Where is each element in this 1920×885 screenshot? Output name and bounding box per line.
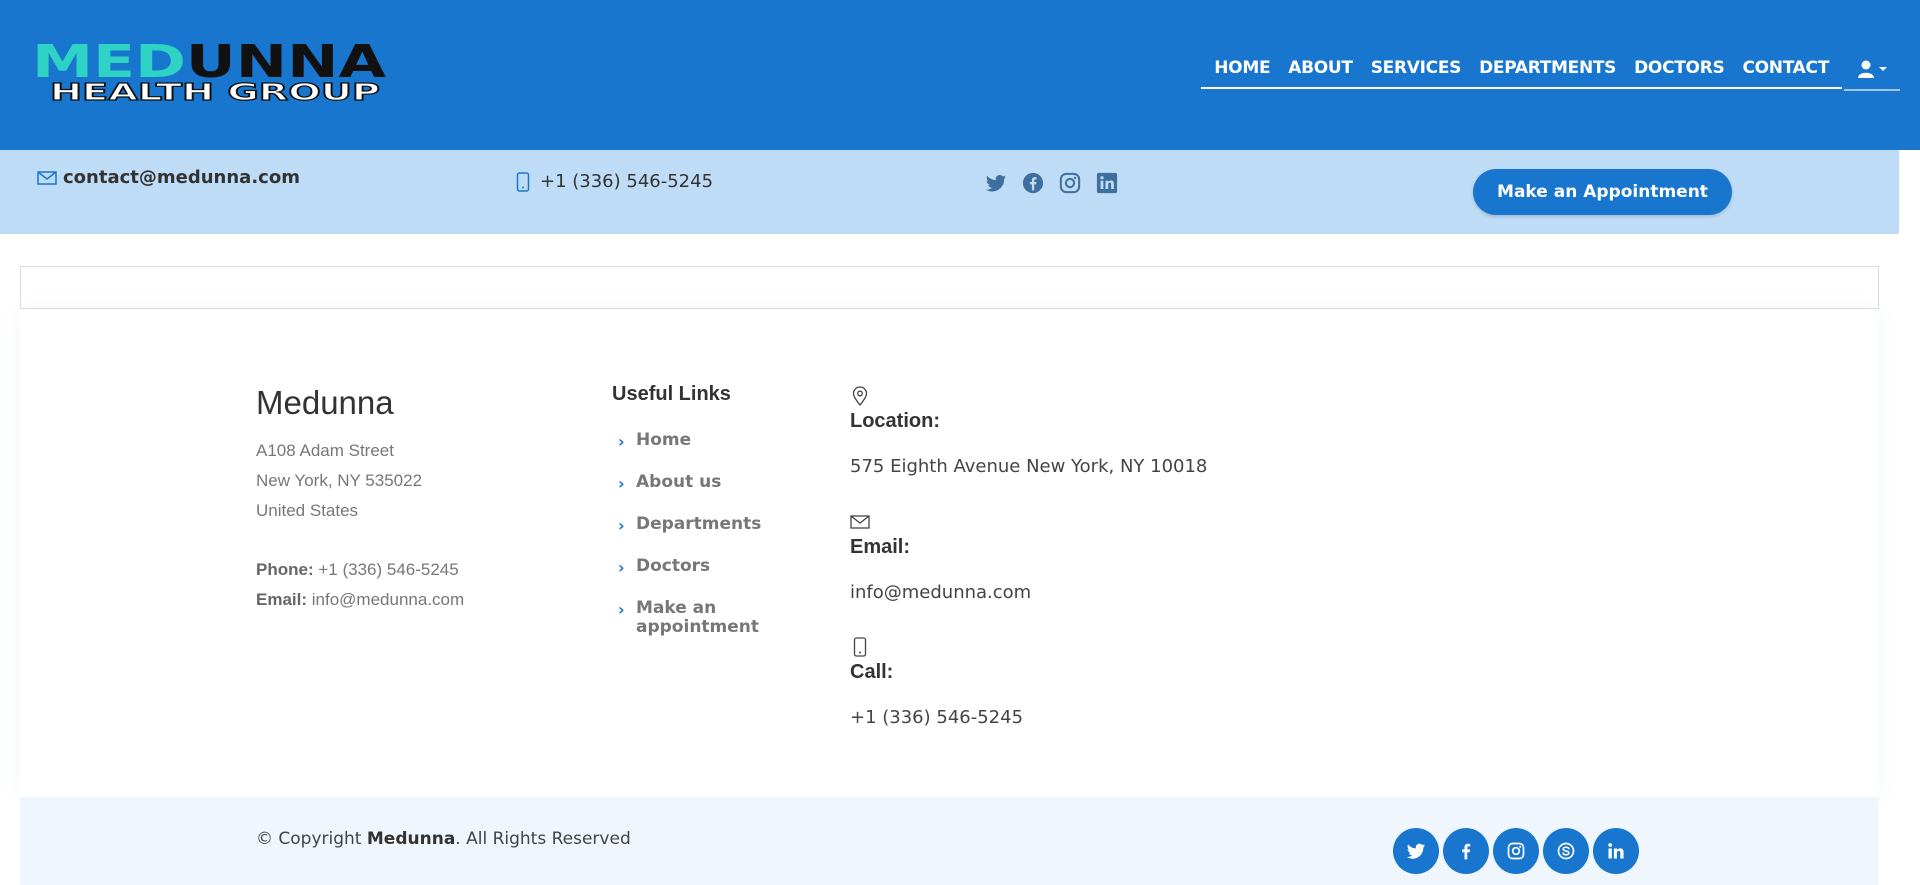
envelope-icon [850, 515, 870, 529]
chevron-right-icon: › [618, 516, 625, 535]
copyright-bar: © Copyright Medunna. All Rights Reserved [20, 797, 1879, 885]
user-icon [1858, 60, 1887, 78]
user-menu-dropdown[interactable] [1844, 58, 1900, 91]
topbar-social [985, 172, 1133, 194]
topbar-email-text: contact@medunna.com [63, 167, 300, 188]
nav-contact[interactable]: CONTACT [1742, 58, 1829, 78]
chevron-right-icon: › [618, 558, 625, 577]
nav-departments[interactable]: DEPARTMENTS [1479, 58, 1616, 78]
topbar-phone[interactable]: +1 (336) 546-5245 [516, 171, 713, 192]
address-line: United States [256, 501, 359, 520]
call-label: Call: [850, 661, 894, 683]
chevron-down-icon [1879, 67, 1887, 71]
logo[interactable]: MED UNNA HEALTH GROUP [30, 44, 400, 114]
main-nav: HOME ABOUT SERVICES DEPARTMENTS DOCTORS … [1201, 58, 1900, 96]
chevron-right-icon: › [618, 432, 625, 451]
footer: Medunna A108 Adam Street New York, NY 53… [20, 309, 1879, 797]
envelope-icon [37, 170, 57, 185]
address-line: A108 Adam Street [256, 441, 394, 460]
phone-label: Phone: [256, 560, 314, 579]
chevron-right-icon: › [618, 600, 625, 619]
phone-icon [853, 637, 867, 657]
footer-email[interactable]: info@medunna.com [312, 590, 464, 609]
phone-icon [516, 171, 530, 192]
nav-doctors[interactable]: DOCTORS [1634, 58, 1725, 78]
location-value: 575 Eighth Avenue New York, NY 10018 [850, 456, 1208, 477]
facebook-icon[interactable] [1022, 172, 1044, 194]
map-pin-icon [852, 386, 868, 406]
twitter-icon[interactable] [985, 172, 1007, 194]
footer-address: A108 Adam Street New York, NY 535022 Uni… [256, 436, 422, 526]
topbar-email[interactable]: contact@medunna.com [37, 167, 300, 188]
topbar-phone-text: +1 (336) 546-5245 [540, 171, 714, 192]
link-about-us[interactable]: › About us [618, 473, 778, 494]
link-home[interactable]: › Home [618, 431, 778, 452]
footer-brand: Medunna [256, 384, 394, 421]
nav-about[interactable]: ABOUT [1288, 58, 1353, 78]
useful-links: › Home › About us › Departments › Doctors › M… [618, 431, 778, 659]
useful-links-title: Useful Links [612, 383, 731, 405]
link-departments[interactable]: › Departments [618, 515, 778, 536]
instagram-icon[interactable] [1493, 828, 1539, 874]
chevron-right-icon: › [618, 474, 625, 493]
skype-icon[interactable] [1543, 828, 1589, 874]
facebook-icon[interactable] [1443, 828, 1489, 874]
link-doctors[interactable]: › Doctors [618, 557, 778, 578]
empty-content-box [20, 266, 1879, 309]
nav-home[interactable]: HOME [1214, 58, 1270, 78]
info-email: Email: info@medunna.com [850, 512, 1031, 603]
address-line: New York, NY 535022 [256, 471, 423, 490]
footer-phone[interactable]: +1 (336) 546-5245 [318, 560, 458, 579]
email-label: Email: [256, 590, 308, 609]
copyright-prefix: © Copyright [256, 829, 362, 849]
contact-bar: contact@medunna.com +1 (336) 546-5245 Ma… [0, 150, 1899, 234]
footer-social [1393, 828, 1643, 874]
info-call: Call: +1 (336) 546-5245 [850, 637, 1023, 728]
twitter-icon[interactable] [1393, 828, 1439, 874]
nav-services[interactable]: SERVICES [1371, 58, 1462, 78]
info-location: Location: 575 Eighth Avenue New York, NY… [850, 386, 1207, 477]
call-value[interactable]: +1 (336) 546-5245 [850, 707, 1023, 728]
email-info-label: Email: [850, 536, 911, 558]
instagram-icon[interactable] [1059, 172, 1081, 194]
copyright-brand: Medunna [366, 829, 456, 849]
footer-contact: Phone: +1 (336) 546-5245 Email: info@med… [256, 555, 464, 615]
make-appointment-button[interactable]: Make an Appointment [1473, 169, 1732, 215]
location-label: Location: [850, 410, 940, 432]
link-make-appointment[interactable]: › Make an appointment [618, 599, 778, 637]
logo-subtitle: HEALTH GROUP [50, 80, 380, 106]
copyright-suffix: . All Rights Reserved [455, 829, 631, 849]
linkedin-icon[interactable] [1593, 828, 1639, 874]
linkedin-icon[interactable] [1096, 172, 1118, 194]
email-info-value[interactable]: info@medunna.com [850, 582, 1031, 603]
copyright-text: © Copyright Medunna. All Rights Reserved [256, 829, 631, 849]
site-header: MED UNNA HEALTH GROUP HOME ABOUT SERVICES… [0, 0, 1920, 150]
